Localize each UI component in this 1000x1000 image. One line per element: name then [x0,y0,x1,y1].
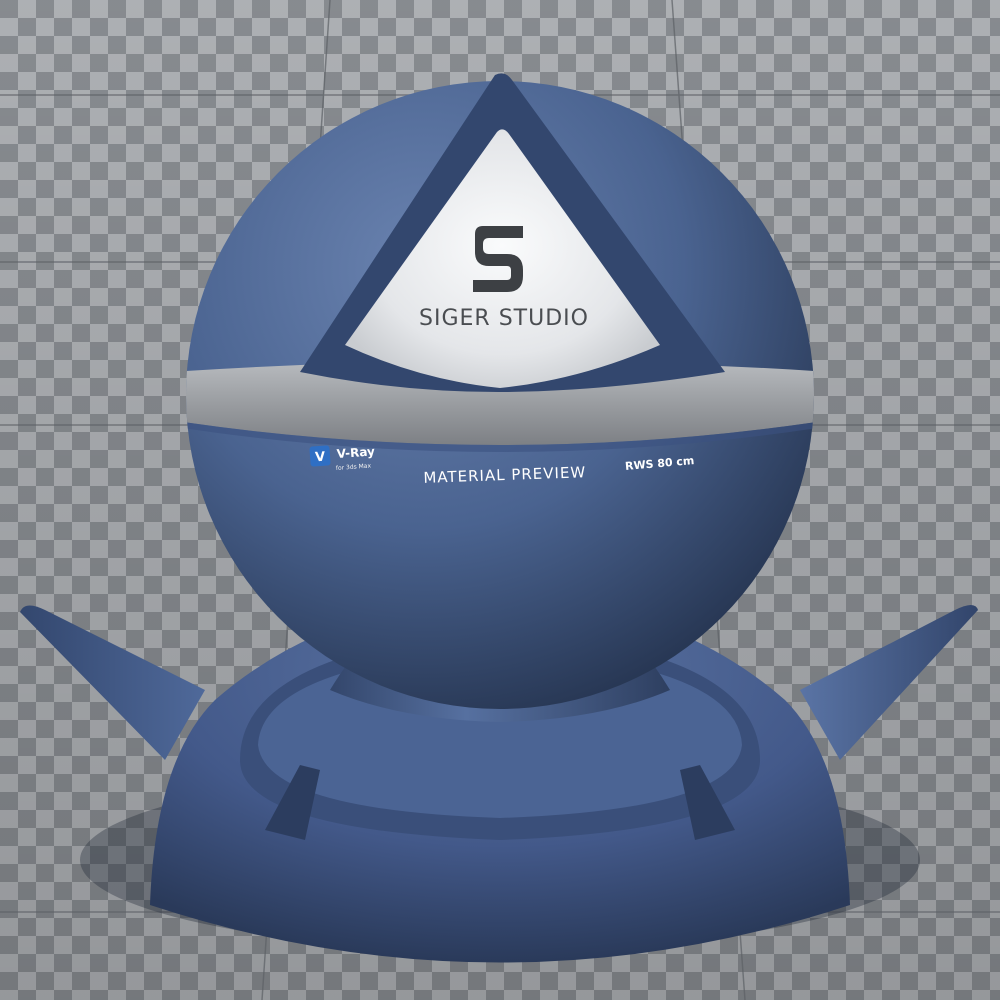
siger-logo-icon [473,226,523,292]
material-preview-scene: SIGER STUDIO V V-Ray for 3ds Max MATERIA… [0,0,1000,1000]
vray-brand: V-Ray [336,444,375,461]
studio-name: SIGER STUDIO [419,306,589,331]
svg-text:V: V [315,450,326,466]
